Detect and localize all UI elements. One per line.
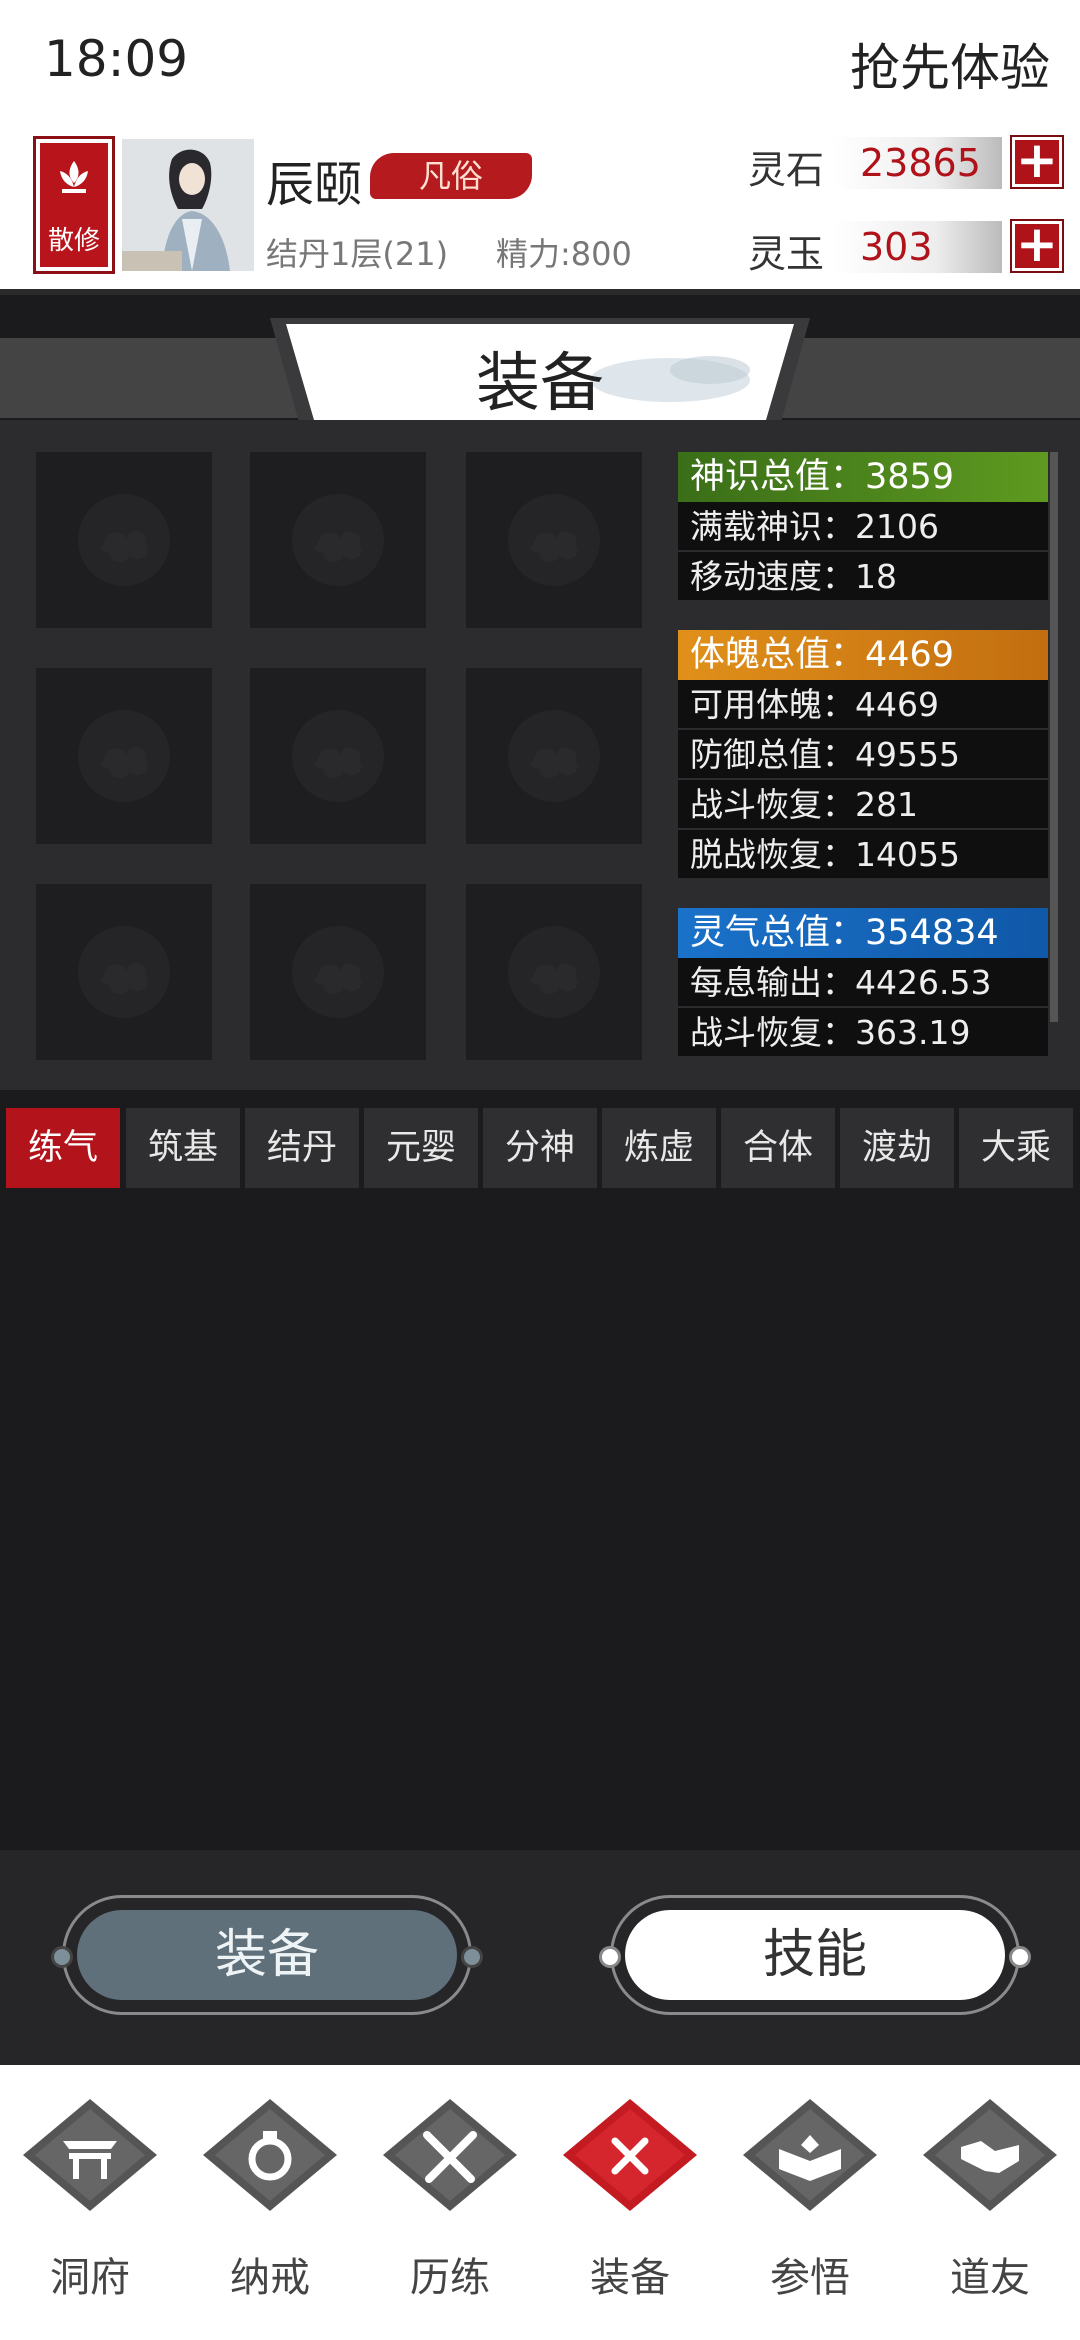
spirit-stone-row: 灵石 23865 + — [748, 135, 1068, 193]
nav-label: 参悟 — [770, 2255, 850, 2301]
stat-row: 战斗恢复：281 — [678, 780, 1048, 830]
item-list-area[interactable] — [0, 1190, 1080, 1850]
skill-mode-button[interactable]: 技能 — [599, 1895, 1031, 2015]
bottom-nav: 洞府 纳戒 历练 装备 参悟 道友 — [0, 2065, 1080, 2340]
add-spirit-jade-button[interactable]: + — [1012, 219, 1062, 271]
pill-left-dot — [599, 1946, 621, 1968]
qi-stats-group: 灵气总值：354834 每息输出：4426.53 战斗恢复：363.19 — [678, 908, 1048, 1058]
tab-tribulation[interactable]: 渡劫 — [840, 1108, 954, 1188]
sect-badge[interactable]: 散修 — [36, 139, 112, 271]
skill-mode-label: 技能 — [625, 1910, 1005, 2000]
stat-row: 战斗恢复：363.19 — [678, 1008, 1048, 1058]
lotus-icon — [60, 161, 88, 193]
tab-core-formation[interactable]: 结丹 — [245, 1108, 359, 1188]
cloud-emblem-icon — [508, 926, 600, 1018]
stat-row: 满载神识：2106 — [678, 502, 1048, 552]
gate-icon — [23, 2099, 157, 2211]
tab-foundation[interactable]: 筑基 — [126, 1108, 240, 1188]
stat-row: 移动速度：18 — [678, 552, 1048, 602]
body-total: 体魄总值：4469 — [678, 630, 1048, 680]
stat-row: 可用体魄：4469 — [678, 680, 1048, 730]
tab-body-integration[interactable]: 合体 — [721, 1108, 835, 1188]
player-name: 辰颐 — [266, 157, 363, 213]
spirit-stone-value: 23865 — [832, 137, 1002, 189]
title-plate: 装备 — [270, 318, 810, 426]
mind-total: 神识总值：3859 — [678, 452, 1048, 502]
qi-total: 灵气总值：354834 — [678, 908, 1048, 958]
crossed-swords-icon — [383, 2099, 517, 2211]
cloud-emblem-icon — [292, 494, 384, 586]
cloud-emblem-icon — [292, 926, 384, 1018]
status-time: 18:09 — [44, 30, 189, 88]
nav-label: 洞府 — [50, 2255, 130, 2301]
spirit-jade-row: 灵玉 303 + — [748, 219, 1068, 277]
equip-slot[interactable] — [250, 884, 426, 1060]
nav-friends[interactable]: 道友 — [910, 2095, 1070, 2315]
nav-label: 纳戒 — [230, 2255, 310, 2301]
page-title: 装备 — [476, 347, 604, 421]
player-header: 散修 辰颐 凡俗 结丹1层(21) 精力:800 灵石 23865 + 灵玉 3… — [0, 125, 1080, 295]
realm-tab-bar: 练气 筑基 结丹 元婴 分神 炼虚 合体 渡劫 大乘 — [0, 1090, 1080, 1190]
mind-stats-group: 神识总值：3859 满载神识：2106 移动速度：18 — [678, 452, 1048, 602]
stat-row: 脱战恢复：14055 — [678, 830, 1048, 880]
add-spirit-stone-button[interactable]: + — [1012, 135, 1062, 187]
equip-slot[interactable] — [250, 452, 426, 628]
tab-spirit-severing[interactable]: 分神 — [483, 1108, 597, 1188]
handshake-icon — [923, 2099, 1057, 2211]
stat-row: 防御总值：49555 — [678, 730, 1048, 780]
cloud-emblem-icon — [78, 926, 170, 1018]
body-stats-group: 体魄总值：4469 可用体魄：4469 防御总值：49555 战斗恢复：281 … — [678, 630, 1048, 880]
nav-equipment[interactable]: 装备 — [550, 2095, 710, 2315]
close-x-icon — [563, 2099, 697, 2211]
cloud-emblem-icon — [508, 494, 600, 586]
ring-icon — [203, 2099, 337, 2211]
nav-label: 道友 — [950, 2255, 1030, 2301]
equip-mode-button[interactable]: 装备 — [51, 1895, 483, 2015]
equip-slot[interactable] — [466, 884, 642, 1060]
cloud-emblem-icon — [292, 710, 384, 802]
spirit-jade-label: 灵玉 — [748, 232, 825, 276]
equip-slot[interactable] — [36, 452, 212, 628]
nav-label: 装备 — [590, 2255, 670, 2301]
equip-slot[interactable] — [466, 668, 642, 844]
avatar[interactable] — [122, 139, 254, 271]
sect-label: 散修 — [47, 226, 100, 256]
stats-scrollbar[interactable] — [1050, 452, 1058, 1022]
tab-mahayana[interactable]: 大乘 — [959, 1108, 1073, 1188]
cloud-emblem-icon — [508, 710, 600, 802]
cloud-emblem-icon — [78, 494, 170, 586]
nav-comprehension[interactable]: 参悟 — [730, 2095, 890, 2315]
spirit-stone-label: 灵石 — [748, 148, 825, 192]
book-icon — [743, 2099, 877, 2211]
tab-void-refining[interactable]: 炼虚 — [602, 1108, 716, 1188]
nav-label: 历练 — [410, 2255, 490, 2301]
rank-tag: 凡俗 — [370, 153, 532, 199]
equip-mode-label: 装备 — [77, 1910, 457, 2000]
pill-left-dot — [51, 1946, 73, 1968]
character-portrait — [122, 139, 254, 271]
mode-toggle-area: 装备 技能 — [0, 1850, 1080, 2065]
equip-slot[interactable] — [250, 668, 426, 844]
status-bar: 18:09 抢先体验 — [0, 0, 1080, 125]
equip-slot[interactable] — [36, 668, 212, 844]
equip-slot[interactable] — [466, 452, 642, 628]
nav-cave-dwelling[interactable]: 洞府 — [10, 2095, 170, 2315]
stat-row: 每息输出：4426.53 — [678, 958, 1048, 1008]
energy-value: 精力:800 — [496, 235, 632, 273]
nav-training[interactable]: 历练 — [370, 2095, 530, 2315]
spirit-jade-value: 303 — [832, 221, 1002, 273]
tab-nascent-soul[interactable]: 元婴 — [364, 1108, 478, 1188]
cloud-emblem-icon — [78, 710, 170, 802]
realm-level: 结丹1层(21) — [266, 235, 449, 273]
nav-storage-ring[interactable]: 纳戒 — [190, 2095, 350, 2315]
pill-right-dot — [1009, 1946, 1031, 1968]
equip-slot[interactable] — [36, 884, 212, 1060]
early-access-label[interactable]: 抢先体验 — [850, 28, 1050, 100]
tab-qi-refining[interactable]: 练气 — [6, 1108, 120, 1188]
pill-right-dot — [461, 1946, 483, 1968]
